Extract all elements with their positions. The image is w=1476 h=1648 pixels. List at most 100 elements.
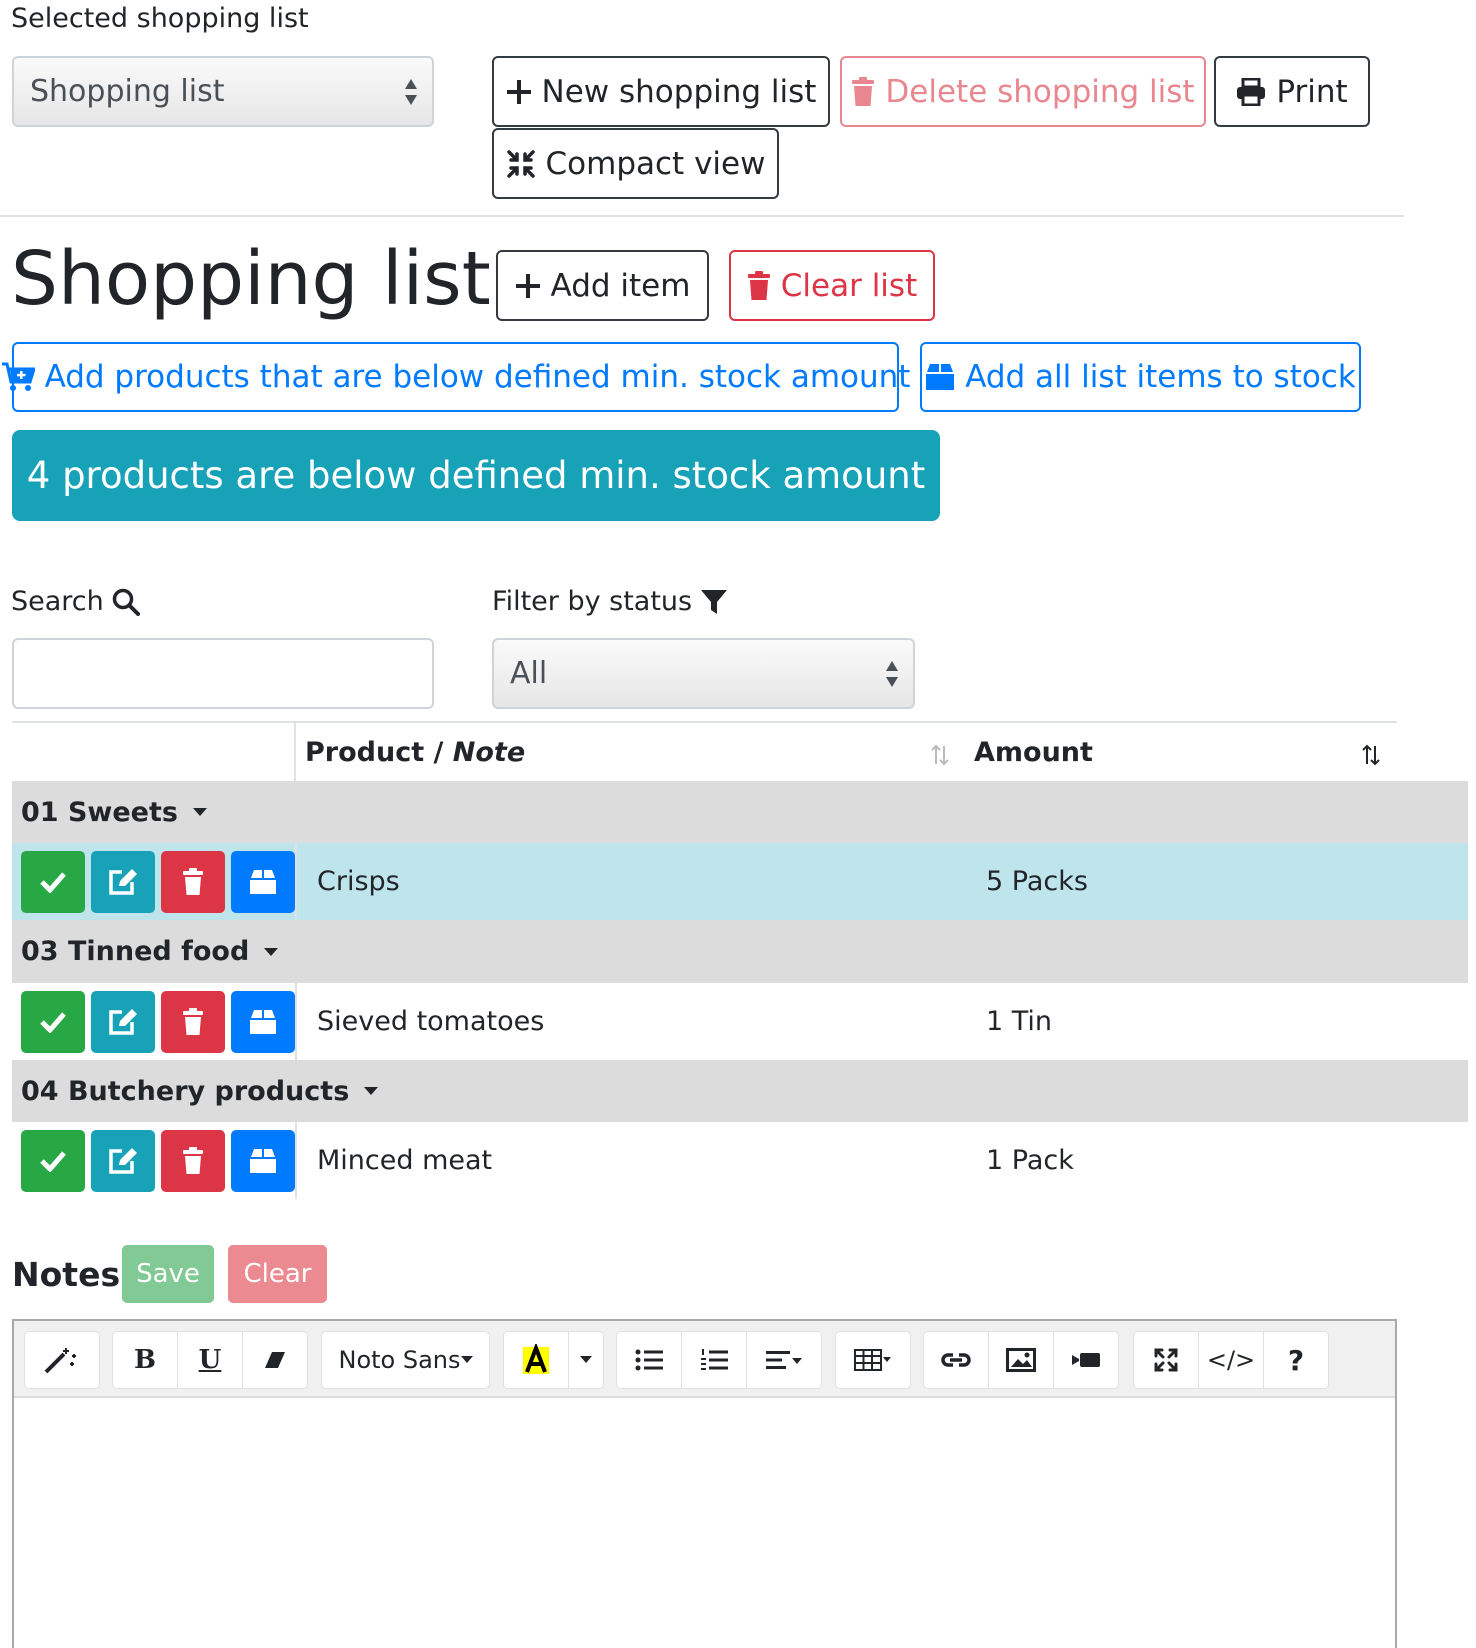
- search-label: Search: [11, 586, 140, 617]
- align-left-icon: [766, 1351, 802, 1369]
- edit-icon: [109, 1147, 137, 1174]
- table-insert-button[interactable]: [835, 1331, 911, 1389]
- caret-down-icon: [192, 808, 207, 816]
- sort-icon[interactable]: [1361, 744, 1381, 766]
- add-below-min-stock-button[interactable]: Add products that are below defined min.…: [1, 342, 910, 412]
- mark-done-button[interactable]: [21, 1129, 85, 1192]
- plus-icon: [515, 273, 540, 298]
- caret-down-icon: [580, 1356, 592, 1363]
- unordered-list-icon: [635, 1349, 663, 1371]
- group-row[interactable]: 04 Butchery products: [12, 1060, 1468, 1122]
- clear-list-button[interactable]: Clear list: [729, 250, 935, 321]
- top-divider: [0, 215, 1404, 217]
- notes-save-button[interactable]: Save: [122, 1245, 214, 1303]
- insert-video-button[interactable]: [1053, 1331, 1119, 1389]
- code-icon: </>: [1206, 1346, 1256, 1374]
- edit-item-button[interactable]: [91, 1129, 155, 1192]
- delete-item-button[interactable]: [161, 990, 225, 1053]
- shopping-list-select[interactable]: Shopping list: [12, 56, 434, 127]
- expand-icon: [1154, 1348, 1178, 1372]
- product-amount: 5 Packs: [986, 866, 1088, 897]
- underline-button[interactable]: U: [177, 1331, 243, 1389]
- magic-wand-button[interactable]: [24, 1331, 100, 1389]
- fullscreen-button[interactable]: [1133, 1331, 1199, 1389]
- paragraph-align-button[interactable]: [746, 1331, 822, 1389]
- magic-wand-icon: [44, 1348, 76, 1374]
- below-min-stock-alert-text: 4 products are below defined min. stock …: [26, 454, 926, 497]
- code-view-button[interactable]: </>: [1198, 1331, 1264, 1389]
- delete-shopping-list-label: Delete shopping list: [885, 73, 1195, 110]
- cart-plus-icon: [1, 362, 35, 391]
- new-shopping-list-label: New shopping list: [541, 73, 817, 110]
- edit-item-button[interactable]: [91, 990, 155, 1053]
- compact-view-label: Compact view: [545, 145, 766, 182]
- caret-down-icon: [264, 947, 279, 956]
- mark-done-button[interactable]: [21, 850, 85, 913]
- delete-item-button[interactable]: [161, 850, 225, 913]
- underline-icon: U: [198, 1345, 222, 1375]
- caret-down-icon: [460, 1356, 473, 1363]
- toolbar-group-view: </> ?: [1133, 1331, 1329, 1389]
- table-top-border: [12, 721, 1397, 723]
- table-header-divider: [294, 723, 296, 781]
- print-label: Print: [1276, 73, 1348, 110]
- bold-icon: B: [134, 1345, 156, 1375]
- filter-status-select[interactable]: All: [492, 638, 915, 709]
- notes-editor-body[interactable]: [14, 1400, 1395, 1648]
- column-header-note-text: Note: [452, 737, 526, 768]
- new-shopping-list-button[interactable]: New shopping list: [492, 56, 830, 127]
- add-to-stock-button[interactable]: [231, 990, 295, 1053]
- edit-item-button[interactable]: [91, 850, 155, 913]
- video-icon: [1072, 1353, 1100, 1367]
- column-header-amount[interactable]: Amount: [974, 737, 1093, 768]
- check-icon: [40, 1150, 66, 1172]
- toolbar-group-para: [616, 1331, 822, 1389]
- search-input[interactable]: [12, 638, 434, 709]
- font-family-dropdown[interactable]: Noto Sans: [321, 1331, 490, 1389]
- clear-format-button[interactable]: [242, 1331, 308, 1389]
- add-to-stock-button[interactable]: [231, 1129, 295, 1192]
- shopping-list-select-value: Shopping list: [30, 74, 225, 109]
- ordered-list-button[interactable]: [681, 1331, 747, 1389]
- delete-shopping-list-button[interactable]: Delete shopping list: [840, 56, 1206, 127]
- add-item-button[interactable]: Add item: [496, 250, 709, 321]
- below-min-stock-alert[interactable]: 4 products are below defined min. stock …: [12, 430, 940, 521]
- delete-item-button[interactable]: [161, 1129, 225, 1192]
- image-icon: [1006, 1348, 1036, 1372]
- column-header-product[interactable]: Product / Note: [305, 737, 525, 768]
- notes-clear-button[interactable]: Clear: [228, 1245, 327, 1303]
- group-name: 03 Tinned food: [21, 936, 250, 967]
- group-row[interactable]: 03 Tinned food: [12, 920, 1468, 983]
- toolbar-group-color: [503, 1331, 604, 1389]
- toolbar-group-font: B U: [112, 1331, 308, 1389]
- table-row: Crisps 5 Packs: [12, 843, 1468, 920]
- ordered-list-icon: [701, 1349, 728, 1370]
- trash-icon: [183, 1007, 203, 1035]
- print-button[interactable]: Print: [1214, 56, 1370, 127]
- help-button[interactable]: ?: [1263, 1331, 1329, 1389]
- select-arrows-icon: [886, 660, 898, 687]
- add-to-stock-button[interactable]: [231, 850, 295, 913]
- filter-status-label: Filter by status: [492, 586, 728, 617]
- unordered-list-button[interactable]: [616, 1331, 682, 1389]
- insert-image-button[interactable]: [988, 1331, 1054, 1389]
- notes-title: Notes: [12, 1255, 121, 1294]
- compact-view-button[interactable]: Compact view: [492, 128, 779, 199]
- box-icon: [250, 1148, 276, 1173]
- table-icon: [854, 1349, 891, 1371]
- mark-done-button[interactable]: [21, 990, 85, 1053]
- page-title: Shopping list: [11, 236, 491, 322]
- insert-link-button[interactable]: [923, 1331, 989, 1389]
- group-row[interactable]: 01 Sweets: [12, 781, 1468, 843]
- bold-button[interactable]: B: [112, 1331, 178, 1389]
- sort-icon[interactable]: [930, 744, 950, 766]
- font-color-icon: [523, 1344, 549, 1374]
- edit-icon: [109, 868, 137, 895]
- check-icon: [40, 871, 66, 893]
- product-name: Sieved tomatoes: [317, 1006, 545, 1037]
- trash-icon: [183, 867, 203, 895]
- highlight-color-button[interactable]: [503, 1331, 569, 1389]
- toolbar-group-fontname: Noto Sans: [321, 1331, 490, 1389]
- color-dropdown-button[interactable]: [568, 1331, 604, 1389]
- add-all-to-stock-button[interactable]: Add all list items to stock: [920, 342, 1361, 412]
